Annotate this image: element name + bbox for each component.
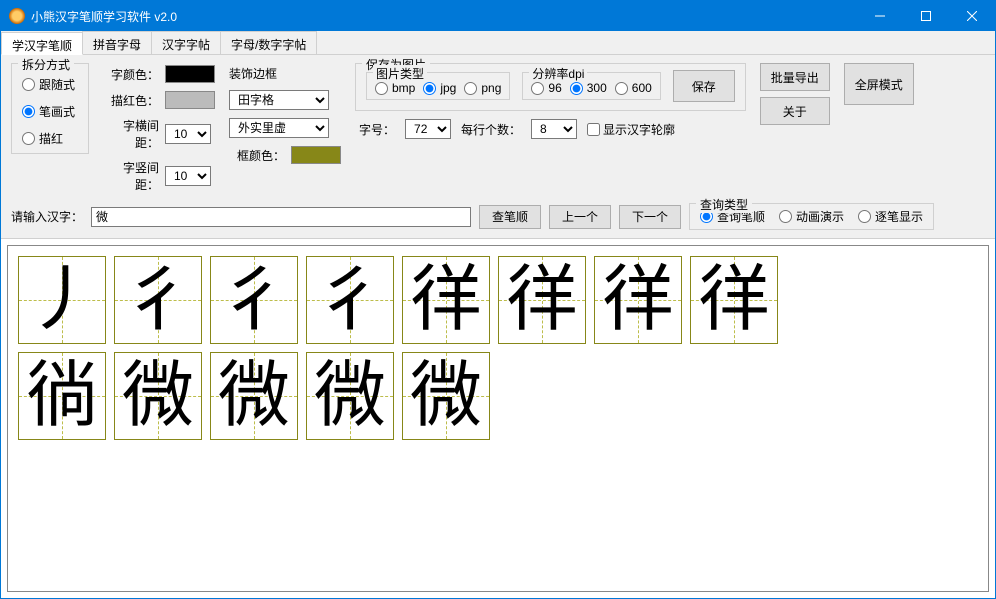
next-button[interactable]: 下一个 <box>619 205 681 229</box>
per-line-select[interactable]: 8 <box>531 119 577 139</box>
font-size-select[interactable]: 72 <box>405 119 451 139</box>
img-type-png[interactable]: png <box>464 81 501 95</box>
stroke-glyph: 微 <box>410 360 482 432</box>
stroke-cell: 徉 <box>594 256 682 344</box>
stroke-glyph: 徉 <box>602 264 674 336</box>
stroke-glyph: 徉 <box>698 264 770 336</box>
split-stroke-radio[interactable]: 笔画式 <box>22 103 78 120</box>
query-animation[interactable]: 动画演示 <box>779 208 844 225</box>
img-type-jpg[interactable]: jpg <box>423 81 456 95</box>
vspace-label: 字竖间距： <box>103 159 159 193</box>
stroke-canvas: 丿彳彳彳徉徉徉徉徜微微微微 <box>7 245 989 592</box>
stroke-glyph: 徜 <box>26 360 98 432</box>
tab-letter-number-copybook[interactable]: 字母/数字字帖 <box>220 31 317 54</box>
decoration-settings: 装饰边框 田字格 外实里虚 框颜色： <box>229 63 341 164</box>
font-color-label: 字颜色： <box>103 66 159 83</box>
tab-stroke-order[interactable]: 学汉字笔顺 <box>1 32 83 55</box>
window-title: 小熊汉字笔顺学习软件 v2.0 <box>31 8 857 25</box>
stroke-glyph: 徉 <box>506 264 578 336</box>
image-type-group: 图片类型 bmp jpg png <box>366 72 510 100</box>
stroke-cell: 微 <box>402 352 490 440</box>
stroke-glyph: 徉 <box>410 264 482 336</box>
dpi-96[interactable]: 96 <box>531 81 561 95</box>
side-buttons: 批量导出 关于 <box>760 63 830 125</box>
dpi-group: 分辨率dpi 96 300 600 <box>522 72 660 100</box>
query-step-by-step[interactable]: 逐笔显示 <box>858 208 923 225</box>
app-icon <box>9 8 25 24</box>
prev-button[interactable]: 上一个 <box>549 205 611 229</box>
image-type-title: 图片类型 <box>373 65 427 82</box>
stroke-glyph: 彳 <box>122 264 194 336</box>
stroke-glyph: 微 <box>314 360 386 432</box>
stroke-cell: 彳 <box>210 256 298 344</box>
titlebar: 小熊汉字笔顺学习软件 v2.0 <box>1 1 995 31</box>
split-trace-radio[interactable]: 描红 <box>22 130 78 147</box>
grid-style-select[interactable]: 田字格 <box>229 90 329 110</box>
tab-bar: 学汉字笔顺 拼音字母 汉字字帖 字母/数字字帖 <box>1 31 995 55</box>
batch-export-button[interactable]: 批量导出 <box>760 63 830 91</box>
split-mode-group: 拆分方式 跟随式 笔画式 描红 <box>11 63 89 154</box>
save-button[interactable]: 保存 <box>673 70 735 102</box>
split-mode-title: 拆分方式 <box>18 56 74 73</box>
hspace-label: 字横间距： <box>103 117 159 151</box>
stroke-cell: 徉 <box>690 256 778 344</box>
outline-checkbox[interactable]: 显示汉字轮廓 <box>587 121 675 138</box>
stroke-cell: 微 <box>210 352 298 440</box>
font-settings: 字颜色： 描红色： 字横间距： 10 字竖间距： 10 <box>103 63 215 193</box>
query-type-group: 查询类型 查询笔顺 动画演示 逐笔显示 <box>689 203 934 230</box>
vspace-select[interactable]: 10 <box>165 166 211 186</box>
trace-color-picker[interactable] <box>165 91 215 109</box>
char-input[interactable] <box>91 207 471 227</box>
trace-color-label: 描红色： <box>103 92 159 109</box>
fullscreen-button[interactable]: 全屏模式 <box>844 63 914 105</box>
stroke-glyph: 丿 <box>26 264 98 336</box>
close-button[interactable] <box>949 1 995 31</box>
save-column: 保存为图片 图片类型 bmp jpg png 分辨率dpi <box>355 63 746 139</box>
split-follow-radio[interactable]: 跟随式 <box>22 76 78 93</box>
stroke-cell: 徉 <box>498 256 586 344</box>
tab-pinyin[interactable]: 拼音字母 <box>82 31 152 54</box>
dpi-300[interactable]: 300 <box>570 81 607 95</box>
font-size-label: 字号： <box>359 121 395 138</box>
frame-color-picker[interactable] <box>291 146 341 164</box>
save-image-group: 保存为图片 图片类型 bmp jpg png 分辨率dpi <box>355 63 746 111</box>
img-type-bmp[interactable]: bmp <box>375 81 415 95</box>
border-style-select[interactable]: 外实里虚 <box>229 118 329 138</box>
stroke-cell: 徜 <box>18 352 106 440</box>
char-input-label: 请输入汉字： <box>11 208 83 225</box>
per-line-label: 每行个数： <box>461 121 521 138</box>
stroke-cell: 彳 <box>114 256 202 344</box>
font-color-picker[interactable] <box>165 65 215 83</box>
stroke-glyph: 微 <box>218 360 290 432</box>
stroke-cell: 微 <box>114 352 202 440</box>
query-type-title: 查询类型 <box>696 196 752 213</box>
stroke-cell: 彳 <box>306 256 394 344</box>
hspace-select[interactable]: 10 <box>165 124 211 144</box>
stroke-glyph: 彳 <box>218 264 290 336</box>
frame-color-label: 框颜色： <box>229 147 285 164</box>
stroke-cell: 徉 <box>402 256 490 344</box>
stroke-cell: 丿 <box>18 256 106 344</box>
stroke-cell: 微 <box>306 352 394 440</box>
dpi-title: 分辨率dpi <box>529 65 587 82</box>
stroke-glyph: 微 <box>122 360 194 432</box>
lookup-button[interactable]: 查笔顺 <box>479 205 541 229</box>
minimize-button[interactable] <box>857 1 903 31</box>
maximize-button[interactable] <box>903 1 949 31</box>
about-button[interactable]: 关于 <box>760 97 830 125</box>
dpi-600[interactable]: 600 <box>615 81 652 95</box>
tab-hanzi-copybook[interactable]: 汉字字帖 <box>151 31 221 54</box>
decoration-title: 装饰边框 <box>229 65 341 82</box>
stroke-glyph: 彳 <box>314 264 386 336</box>
